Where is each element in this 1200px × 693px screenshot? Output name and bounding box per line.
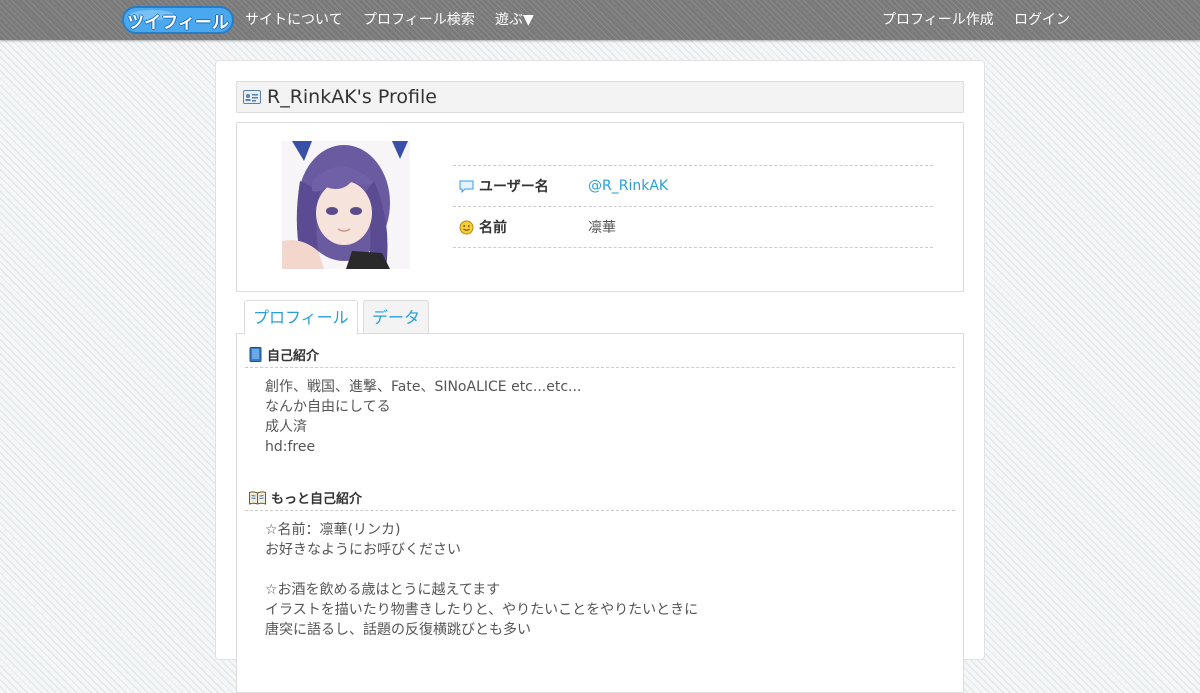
name-value: 凛華 (588, 220, 616, 236)
more-intro-section-heading: もっと自己紹介 (245, 485, 955, 511)
profile-card: R_RinkAK's Profile ユーザー名 @R_RinkAK 名前 凛華… (215, 60, 985, 693)
open-book-icon (249, 490, 266, 505)
top-navbar: ツイフィール サイトについて プロフィール検索 遊ぶ▼ プロフィール作成 ログイ… (0, 0, 1200, 40)
profile-info-table: ユーザー名 @R_RinkAK 名前 凛華 (453, 165, 933, 248)
smiley-icon (459, 220, 474, 234)
profile-title: R_RinkAK's Profile (267, 86, 437, 108)
book-icon (249, 347, 262, 362)
logo-text: ツイフィール (127, 12, 229, 33)
avatar[interactable] (282, 141, 410, 269)
profile-title-bar: R_RinkAK's Profile (236, 81, 964, 113)
username-link[interactable]: @R_RinkAK (588, 178, 668, 194)
intro-text: 創作、戦国、進撃、Fate、SINoALICE etc...etc... なんか… (265, 379, 582, 455)
nav-play-dropdown[interactable]: 遊ぶ▼ (495, 0, 534, 40)
nav-login-link[interactable]: ログイン (1014, 0, 1070, 40)
nav-about-link[interactable]: サイトについて (245, 0, 343, 40)
tab-panel-profile: 自己紹介 創作、戦国、進撃、Fate、SINoALICE etc...etc..… (236, 333, 964, 693)
tab-data[interactable]: データ (363, 300, 430, 334)
nav-search-link[interactable]: プロフィール検索 (363, 0, 475, 40)
id-card-icon (243, 90, 261, 104)
username-row: ユーザー名 @R_RinkAK (453, 166, 933, 207)
nav-create-profile-link[interactable]: プロフィール作成 (882, 0, 994, 40)
tab-profile[interactable]: プロフィール (244, 300, 358, 335)
username-label: ユーザー名 (459, 176, 549, 196)
site-logo[interactable]: ツイフィール (122, 5, 234, 35)
name-label: 名前 (459, 217, 507, 237)
name-row: 名前 凛華 (453, 207, 933, 248)
profile-info-box: ユーザー名 @R_RinkAK 名前 凛華 (236, 122, 964, 292)
more-intro-text: ☆名前：凛華(リンカ) お好きなようにお呼びください ☆お酒を飲める歳はとうに越… (265, 522, 699, 638)
speech-bubble-icon (459, 180, 474, 193)
intro-section-heading: 自己紹介 (245, 342, 955, 368)
